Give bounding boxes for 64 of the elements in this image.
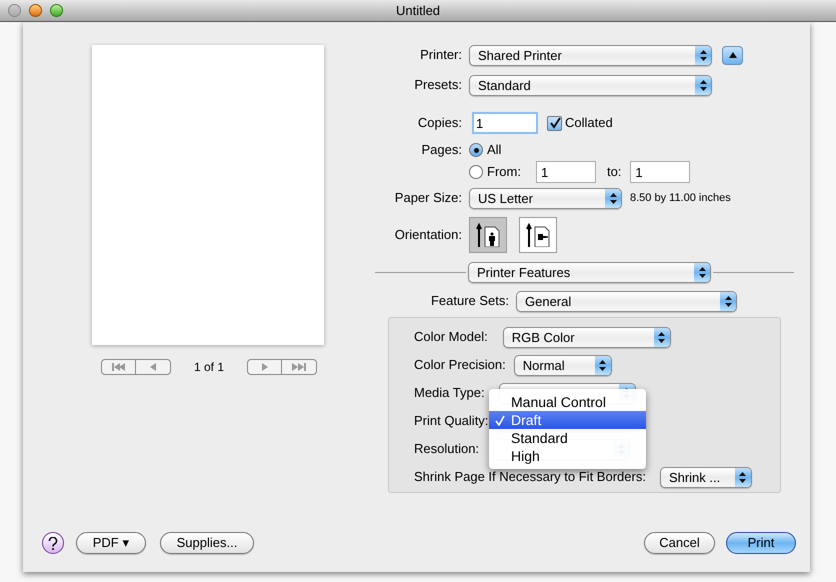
menu-item[interactable]: Standard bbox=[489, 429, 646, 447]
radio-button[interactable] bbox=[469, 143, 483, 157]
page-indicator: 1 of 1 bbox=[194, 358, 226, 376]
popup-button[interactable]: US Letter bbox=[469, 188, 622, 208]
field-label: Color Precision: bbox=[414, 356, 506, 374]
popup-button[interactable]: Standard bbox=[469, 74, 712, 96]
field-label: Orientation: bbox=[394, 226, 462, 244]
menu-item[interactable]: Manual Control bbox=[489, 393, 646, 411]
stepper-icon bbox=[594, 356, 611, 374]
popup-button[interactable]: Shared Printer bbox=[469, 44, 712, 66]
field-label: Print Quality: bbox=[414, 412, 488, 430]
print-button[interactable]: Print bbox=[726, 532, 796, 554]
close-button[interactable] bbox=[8, 4, 21, 17]
paper-dimensions: 8.50 by 11.00 inches bbox=[630, 190, 731, 206]
field-label: Pages: bbox=[420, 141, 462, 160]
stepper-icon bbox=[734, 468, 751, 486]
from-field[interactable]: 1 bbox=[536, 161, 596, 183]
field-label: Copies: bbox=[416, 114, 462, 132]
triangle-up-icon bbox=[728, 52, 736, 58]
zoom-button[interactable] bbox=[50, 4, 63, 17]
landscape-orientation-icon bbox=[526, 223, 550, 247]
cancel-button[interactable]: Cancel bbox=[644, 532, 715, 554]
minimize-button[interactable] bbox=[29, 4, 42, 17]
stepper-icon bbox=[654, 328, 670, 346]
stepper-icon bbox=[694, 262, 710, 282]
window-title: Untitled bbox=[396, 2, 440, 20]
field-label: Feature Sets: bbox=[430, 292, 509, 310]
orientation-button[interactable] bbox=[519, 217, 557, 253]
popup-button[interactable]: Printer Features bbox=[468, 262, 711, 282]
field-label: Printer: bbox=[419, 46, 462, 64]
question-mark-icon bbox=[48, 536, 58, 550]
checkmark-icon bbox=[495, 414, 505, 426]
supplies-button[interactable]: Supplies... bbox=[160, 532, 254, 554]
collapse-button[interactable] bbox=[722, 46, 743, 64]
field-label: Shrink Page If Necessary to Fit Borders: bbox=[414, 468, 646, 486]
menu-item[interactable]: Draft bbox=[489, 411, 646, 429]
menu-item[interactable]: High bbox=[489, 447, 646, 465]
pdf-button[interactable]: PDF ▾ bbox=[76, 532, 146, 554]
popup-button[interactable]: Shrink ... bbox=[660, 466, 752, 488]
checkbox-label: Collated bbox=[565, 114, 613, 132]
field-label: Presets: bbox=[413, 76, 462, 94]
first-page-icon bbox=[112, 362, 126, 370]
field-label: Color Model: bbox=[414, 328, 488, 346]
help-button[interactable] bbox=[42, 532, 64, 554]
checkbox[interactable] bbox=[547, 116, 562, 130]
radio-label: From: bbox=[487, 163, 521, 182]
to-field[interactable]: 1 bbox=[630, 161, 690, 183]
field-label: Media Type: bbox=[414, 384, 485, 402]
field-label: Resolution: bbox=[414, 440, 480, 458]
stepper-icon bbox=[695, 46, 711, 64]
orientation-button[interactable] bbox=[469, 217, 507, 253]
popup-button[interactable]: Normal bbox=[514, 354, 612, 376]
radio-button[interactable] bbox=[469, 165, 483, 179]
portrait-orientation-icon bbox=[476, 223, 500, 247]
popup-button[interactable]: RGB Color bbox=[502, 326, 671, 348]
field-label: to: bbox=[606, 163, 622, 182]
last-page-icon bbox=[292, 362, 306, 370]
field-label: Paper Size: bbox=[394, 189, 462, 208]
copies-field[interactable]: 1 bbox=[472, 112, 538, 134]
stepper-icon bbox=[695, 76, 711, 94]
popup-button[interactable]: General bbox=[516, 290, 737, 312]
stepper-icon bbox=[605, 188, 621, 208]
radio-label: All bbox=[487, 141, 502, 160]
stepper-icon bbox=[720, 292, 736, 310]
